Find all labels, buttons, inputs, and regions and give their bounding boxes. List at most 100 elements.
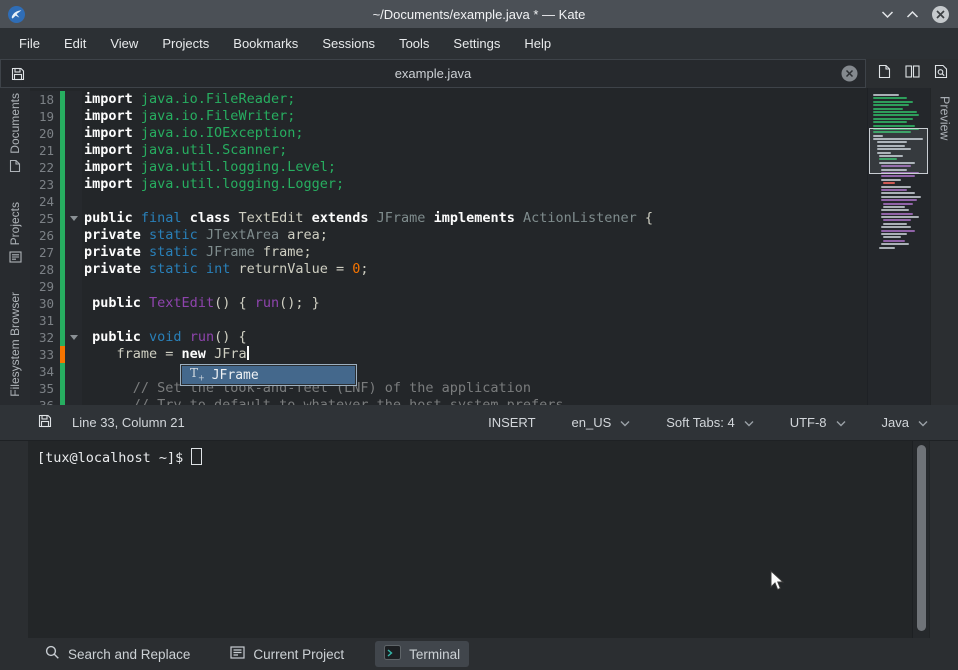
code-line: 23import java.util.logging.Logger; [30, 176, 867, 193]
save-icon[interactable] [11, 67, 25, 81]
sidebar-item-filesystem-browser[interactable]: Filesystem Browser [8, 292, 22, 420]
titlebar[interactable]: ~/Documents/example.java * — Kate [0, 0, 958, 28]
menu-tools[interactable]: Tools [388, 32, 440, 55]
terminal-scrollbar[interactable] [912, 441, 929, 638]
fold-marker [65, 108, 82, 125]
split-view-icon[interactable] [905, 65, 920, 83]
fold-marker [65, 227, 82, 244]
code-text: private static JFrame frame; [82, 244, 312, 261]
line-gutter: 21 [30, 142, 82, 159]
toolview-button-current-project[interactable]: Current Project [221, 642, 353, 666]
list-icon [9, 250, 22, 268]
status-java[interactable]: Java [882, 415, 928, 430]
minimap-line [873, 114, 919, 116]
status-utf-8[interactable]: UTF-8 [790, 415, 846, 430]
code-text [82, 312, 84, 329]
code-text: private static JTextArea area; [82, 227, 328, 244]
code-text: import java.io.FileWriter; [82, 108, 295, 125]
sidebar-item-projects[interactable]: Projects [8, 202, 22, 268]
quick-open-icon[interactable] [934, 64, 948, 84]
menu-edit[interactable]: Edit [53, 32, 97, 55]
mouse-cursor [770, 570, 784, 597]
code-line: 27private static JFrame frame; [30, 244, 867, 261]
menu-bar: FileEditViewProjectsBookmarksSessionsToo… [0, 28, 958, 59]
tab-title: example.java [1, 66, 865, 81]
project-icon [230, 646, 245, 662]
menu-file[interactable]: File [8, 32, 51, 55]
maximize-button[interactable] [906, 10, 919, 19]
minimap-line [881, 186, 911, 188]
minimap-line [881, 179, 901, 181]
toolview-button-terminal[interactable]: Terminal [375, 641, 469, 667]
new-document-icon[interactable] [878, 64, 891, 84]
tab-example-java[interactable]: example.java [0, 59, 866, 88]
save-status-icon[interactable] [38, 414, 52, 431]
line-number: 31 [30, 312, 60, 329]
minimap-line [881, 226, 911, 228]
minimap-line [881, 209, 909, 211]
code-text: frame = new JFra [82, 346, 249, 363]
fold-marker[interactable] [65, 210, 82, 227]
line-number: 23 [30, 176, 60, 193]
window-title: ~/Documents/example.java * — Kate [0, 7, 958, 22]
fold-marker [65, 142, 82, 159]
code-text: // Try to default to whatever the host s… [82, 397, 564, 405]
fold-marker [65, 397, 82, 405]
code-line: 22import java.util.logging.Level; [30, 159, 867, 176]
terminal[interactable]: [tux@localhost ~]$ [28, 441, 912, 638]
line-gutter: 26 [30, 227, 82, 244]
minimize-button[interactable] [881, 10, 894, 19]
terminal-scrollbar-thumb[interactable] [917, 445, 926, 631]
sidebar-item-documents[interactable]: Documents [8, 93, 22, 178]
fold-marker [65, 261, 82, 278]
code-line: 25public final class TextEdit extends JF… [30, 210, 867, 227]
status-en-us[interactable]: en_US [572, 415, 631, 430]
status-utf-8-label: UTF-8 [790, 415, 827, 430]
close-button[interactable] [931, 5, 950, 24]
status-soft-tabs-4-label: Soft Tabs: 4 [666, 415, 734, 430]
fold-marker [65, 380, 82, 397]
fold-marker [65, 176, 82, 193]
minimap-viewport[interactable] [869, 128, 928, 174]
sidebar-item-preview[interactable]: Preview [938, 96, 952, 405]
tab-close-icon[interactable] [841, 65, 865, 82]
fold-marker [65, 312, 82, 329]
menu-settings[interactable]: Settings [442, 32, 511, 55]
menu-sessions[interactable]: Sessions [311, 32, 386, 55]
menu-view[interactable]: View [99, 32, 149, 55]
line-gutter: 25 [30, 210, 82, 227]
minimap-line [873, 101, 913, 103]
fold-marker [65, 363, 82, 380]
code-text [82, 278, 84, 295]
status-insert[interactable]: INSERT [488, 415, 535, 430]
toolview-button-label: Terminal [409, 647, 460, 662]
status-java-label: Java [882, 415, 909, 430]
code-editor[interactable]: 18import java.io.FileReader;19import jav… [30, 88, 867, 405]
fold-marker[interactable] [65, 329, 82, 346]
minimap-scrollbar[interactable] [867, 88, 930, 405]
code-text: import java.io.IOException; [82, 125, 303, 142]
line-number: 29 [30, 278, 60, 295]
kate-window: ~/Documents/example.java * — Kate FileEd… [0, 0, 958, 669]
menu-projects[interactable]: Projects [151, 32, 220, 55]
code-line: 31 [30, 312, 867, 329]
line-number: 33 [30, 346, 60, 363]
toolview-button-search-and-replace[interactable]: Search and Replace [36, 641, 199, 667]
code-text: import java.io.FileReader; [82, 91, 295, 108]
status-soft-tabs-4[interactable]: Soft Tabs: 4 [666, 415, 753, 430]
fold-marker [65, 278, 82, 295]
menu-help[interactable]: Help [513, 32, 562, 55]
toolview-button-label: Current Project [253, 647, 344, 662]
line-number: 35 [30, 380, 60, 397]
main-area: DocumentsProjectsFilesystem Browser 18im… [0, 88, 958, 405]
menu-bookmarks[interactable]: Bookmarks [222, 32, 309, 55]
line-gutter: 22 [30, 159, 82, 176]
toolview-button-label: Search and Replace [68, 647, 190, 662]
minimap-line [883, 203, 913, 205]
cursor-position: Line 33, Column 21 [72, 415, 185, 430]
minimap-line [883, 240, 905, 242]
completion-item-jframe[interactable]: T+ JFrame [182, 366, 355, 384]
chevron-down-icon [744, 415, 754, 430]
bottom-toolview-bar: Search and Replace Current Project Termina… [0, 638, 958, 670]
code-line: 26private static JTextArea area; [30, 227, 867, 244]
